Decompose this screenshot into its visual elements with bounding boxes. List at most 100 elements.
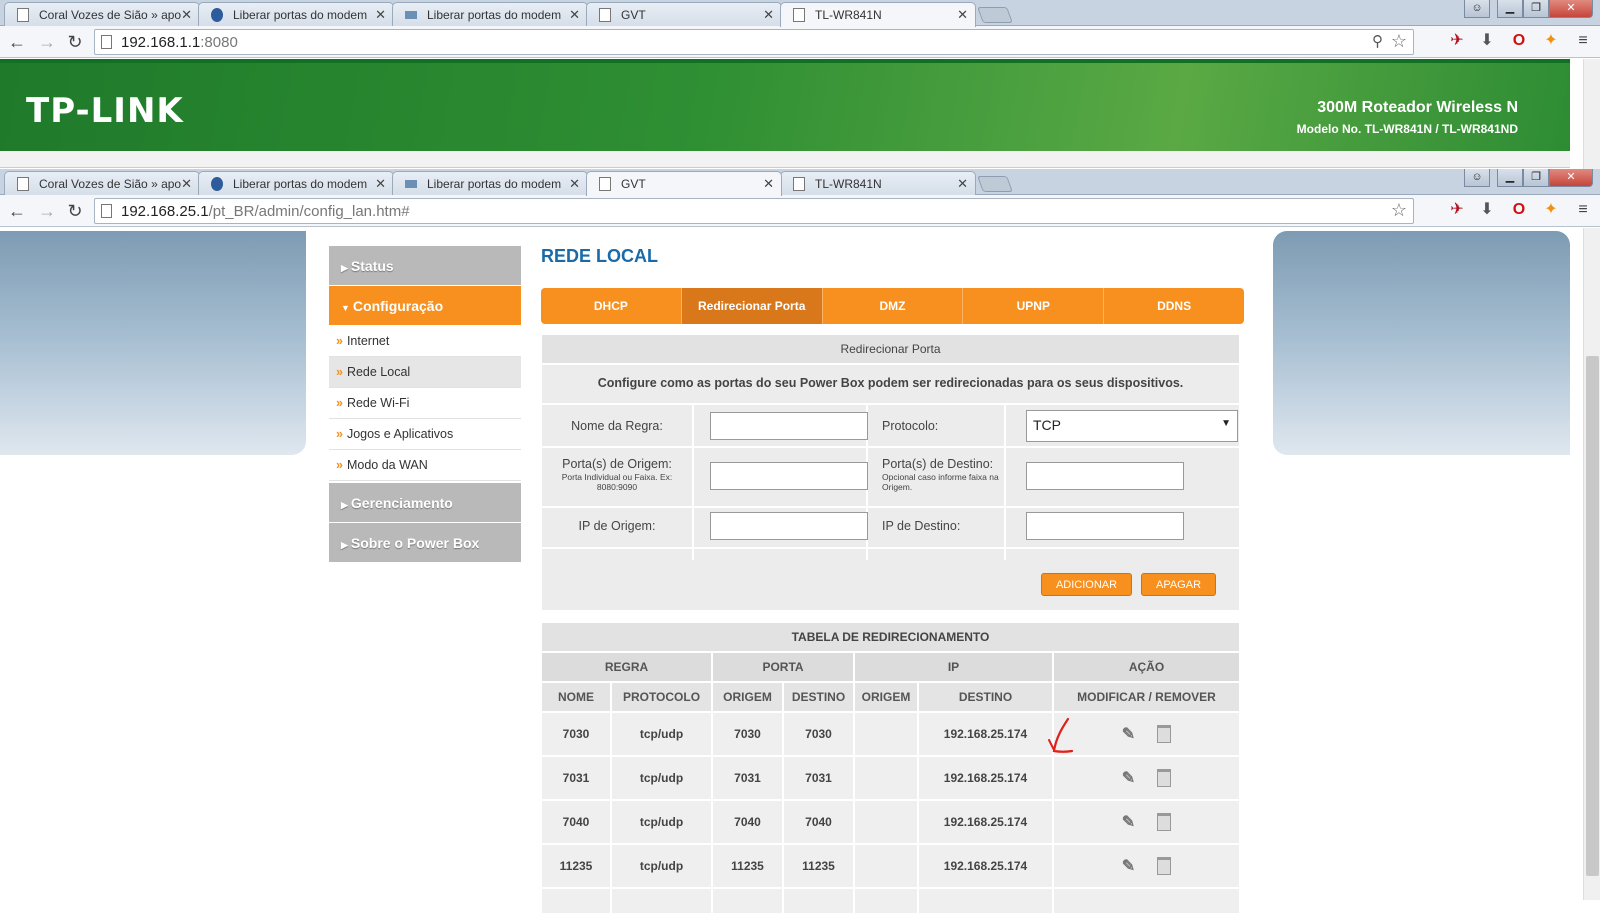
trash-icon[interactable] (1157, 769, 1172, 787)
minimize-button[interactable]: ▁ (1497, 169, 1523, 187)
page-icon (793, 8, 805, 22)
page-scrollbar[interactable] (1583, 228, 1600, 900)
edit-pencil-icon[interactable]: ✎ (1122, 856, 1135, 876)
close-tab-icon[interactable]: ✕ (181, 7, 192, 23)
close-tab-icon[interactable]: ✕ (957, 7, 968, 23)
browser-tab[interactable]: Coral Vozes de Sião » apo ✕ (4, 171, 200, 195)
download-icon[interactable]: ⬇ (1476, 30, 1498, 52)
red-check-annotation (1048, 717, 1074, 753)
bookmark-star-icon[interactable]: ☆ (1391, 31, 1407, 52)
menu-configuracao[interactable]: ▼ Configuração (329, 286, 521, 326)
close-tab-icon[interactable]: ✕ (763, 176, 774, 192)
dst-ports-input[interactable] (1026, 462, 1184, 490)
close-window-button[interactable]: ✕ (1549, 169, 1593, 187)
menu-label: Status (350, 258, 394, 274)
menu-label: Configuração (352, 298, 444, 314)
browser-tab-active[interactable]: GVT ✕ (586, 171, 782, 196)
scrollbar-thumb[interactable] (1586, 356, 1599, 876)
protocol-select[interactable]: TCP ▼ (1026, 410, 1238, 442)
trash-icon[interactable] (1157, 813, 1172, 831)
src-ip-input[interactable] (710, 512, 868, 540)
bookmark-star-icon[interactable]: ☆ (1391, 200, 1407, 221)
close-tab-icon[interactable]: ✕ (569, 176, 580, 192)
key-icon[interactable]: ⚲ (1372, 32, 1383, 50)
menu-sobre[interactable]: ▶ Sobre o Power Box (329, 523, 521, 563)
user-icon[interactable]: ☺ (1464, 169, 1490, 187)
src-ports-input[interactable] (710, 462, 868, 490)
delete-button[interactable]: APAGAR (1141, 573, 1216, 596)
scrollbar[interactable] (1583, 59, 1600, 169)
menu-item-internet[interactable]: » Internet (329, 326, 521, 357)
tab-label: GVT (621, 8, 646, 22)
back-icon[interactable]: ← (6, 32, 28, 53)
tab-redirecionar-porta[interactable]: Redirecionar Porta (681, 288, 823, 324)
new-tab-button[interactable] (977, 176, 1013, 192)
forward-icon[interactable]: → (36, 32, 58, 53)
menu-item-rede-local[interactable]: » Rede Local (329, 357, 521, 388)
browser-tab[interactable]: Liberar portas do modem ✕ (392, 171, 588, 195)
tab-upnp[interactable]: UPNP (963, 288, 1105, 324)
menu-status[interactable]: ▶ Status (329, 246, 521, 286)
close-tab-icon[interactable]: ✕ (375, 176, 386, 192)
new-tab-button[interactable] (977, 7, 1013, 23)
extension-icon[interactable]: ✦ (1540, 30, 1562, 52)
tab-dhcp[interactable]: DHCP (541, 288, 682, 324)
forward-icon[interactable]: → (36, 201, 58, 222)
edit-pencil-icon[interactable]: ✎ (1122, 812, 1135, 832)
reload-icon[interactable]: ↻ (64, 32, 86, 53)
section-header: Redirecionar Porta (542, 335, 1239, 363)
rule-name-input[interactable] (710, 412, 868, 440)
menu-item-modo-wan[interactable]: » Modo da WAN (329, 450, 521, 481)
dst-ports-label: Porta(s) de Destino: (882, 457, 994, 471)
edit-pencil-icon[interactable]: ✎ (1122, 768, 1135, 788)
restore-button[interactable]: ❐ (1523, 0, 1549, 18)
trash-icon[interactable] (1157, 725, 1172, 743)
back-icon[interactable]: ← (6, 201, 28, 222)
cell-porta-origem: 7040 (713, 801, 784, 843)
close-tab-icon[interactable]: ✕ (569, 7, 580, 23)
browser-tab[interactable]: Liberar portas do modem ✕ (392, 2, 588, 26)
opera-icon[interactable]: O (1508, 199, 1530, 221)
browser-tab[interactable]: Liberar portas do modem ✕ (198, 2, 394, 26)
opera-icon[interactable]: O (1508, 30, 1530, 52)
menu-gerenciamento[interactable]: ▶ Gerenciamento (329, 483, 521, 523)
user-icon[interactable]: ☺ (1464, 0, 1490, 18)
browser-tab[interactable]: GVT ✕ (586, 2, 782, 26)
page-strip (0, 151, 1570, 168)
tab-label: Liberar portas do modem (427, 177, 562, 191)
menu-item-rede-wifi[interactable]: » Rede Wi-Fi (329, 388, 521, 419)
extension-icon[interactable]: ✈ (1446, 30, 1468, 52)
tab-label: Liberar portas do modem (233, 177, 368, 191)
tab-label: Coral Vozes de Sião » apo (39, 177, 182, 191)
edit-pencil-icon[interactable]: ✎ (1122, 724, 1135, 744)
address-bar[interactable]: 192.168.25.1/pt_BR/admin/config_lan.htm#… (94, 198, 1414, 224)
close-tab-icon[interactable]: ✕ (763, 7, 774, 23)
close-tab-icon[interactable]: ✕ (957, 176, 968, 192)
browser-tab[interactable]: Coral Vozes de Sião » apo ✕ (4, 2, 200, 26)
minimize-button[interactable]: ▁ (1497, 0, 1523, 18)
menu-icon[interactable]: ≡ (1572, 30, 1594, 52)
tab-dmz[interactable]: DMZ (823, 288, 964, 324)
add-button[interactable]: ADICIONAR (1041, 573, 1132, 596)
tab-ddns[interactable]: DDNS (1104, 288, 1244, 324)
browser-tab-active[interactable]: TL-WR841N ✕ (780, 2, 976, 27)
reload-icon[interactable]: ↻ (64, 201, 86, 222)
close-tab-icon[interactable]: ✕ (181, 176, 192, 192)
menu-icon[interactable]: ≡ (1572, 199, 1594, 221)
extension-icon[interactable]: ✦ (1540, 199, 1562, 221)
table-row: 7040 tcp/udp 7040 7040 192.168.25.174 ✎ (542, 801, 1239, 843)
restore-button[interactable]: ❐ (1523, 169, 1549, 187)
src-ip-label: IP de Origem: (578, 519, 656, 533)
browser-tab[interactable]: TL-WR841N ✕ (780, 171, 976, 195)
close-window-button[interactable]: ✕ (1549, 0, 1593, 18)
trash-icon[interactable] (1157, 857, 1172, 875)
menu-item-jogos[interactable]: » Jogos e Aplicativos (329, 419, 521, 450)
main-content: REDE LOCAL DHCP Redirecionar Porta DMZ U… (538, 240, 1244, 913)
tab-strip-2: Coral Vozes de Sião » apo ✕ Liberar porta… (0, 169, 1600, 196)
browser-tab[interactable]: Liberar portas do modem ✕ (198, 171, 394, 195)
download-icon[interactable]: ⬇ (1476, 199, 1498, 221)
close-tab-icon[interactable]: ✕ (375, 7, 386, 23)
dst-ip-input[interactable] (1026, 512, 1184, 540)
address-bar[interactable]: 192.168.1.1:8080 ⚲ ☆ (94, 29, 1414, 55)
extension-icon[interactable]: ✈ (1446, 199, 1468, 221)
